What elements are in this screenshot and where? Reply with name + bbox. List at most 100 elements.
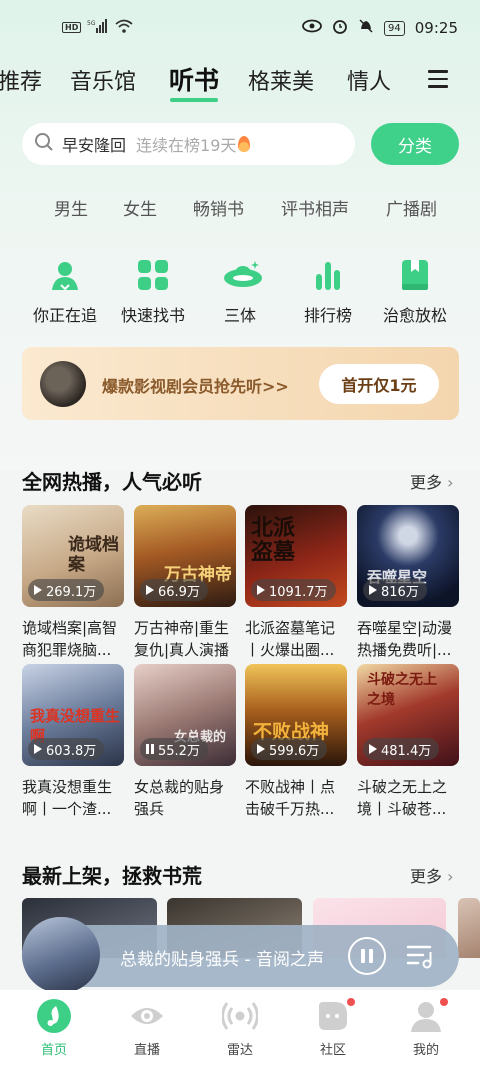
tab-music-hall[interactable]: 音乐馆	[70, 64, 136, 96]
book-cover: 女总裁的 55.2万	[134, 664, 236, 766]
vip-banner[interactable]: 爆款影视剧会员抢先听>> 首开仅1元	[22, 347, 459, 420]
wifi-icon	[115, 19, 133, 36]
play-count-badge: 1091.7万	[251, 579, 336, 601]
quick-entry-following[interactable]: 你正在追	[20, 258, 110, 326]
book-cover: 万古神帝 66.9万	[134, 505, 236, 607]
play-count-badge: 816万	[363, 579, 427, 601]
book-card[interactable]: 诡域档案 269.1万 诡域档案|高智商犯罪烧脑...	[22, 505, 124, 661]
book-card[interactable]: 万古神帝 66.9万 万古神帝|重生复仇|真人演播	[134, 505, 236, 661]
play-icon	[34, 744, 42, 754]
book-title: 斗破之无上之境丨斗破苍...	[357, 778, 448, 818]
new-book-cover[interactable]	[458, 898, 480, 958]
search-keyword: 早安隆回	[62, 136, 127, 155]
play-icon	[369, 585, 377, 595]
search-icon	[34, 132, 54, 156]
playlist-icon[interactable]	[406, 942, 436, 970]
search-bar[interactable]: 早安隆回 连续在榜19天	[22, 123, 355, 165]
home-icon	[36, 998, 72, 1034]
eye-icon	[129, 998, 165, 1034]
book-card[interactable]: 吞噬星空 816万 吞噬星空|动漫热播免费听|...	[357, 505, 459, 661]
nav-radar[interactable]: 雷达	[200, 998, 280, 1058]
nav-live[interactable]: 直播	[107, 998, 187, 1058]
notification-dot	[440, 998, 448, 1006]
book-card[interactable]: 北派盗墓 1091.7万 北派盗墓笔记丨火爆出圈...	[245, 505, 347, 661]
active-tab-indicator	[170, 98, 218, 102]
book-title: 我真没想重生啊丨一个渣...	[22, 778, 113, 818]
subcat-radio-drama[interactable]: 广播剧	[386, 195, 437, 220]
book-cover: 诡域档案 269.1万	[22, 505, 124, 607]
signal-icon: 5G	[87, 19, 109, 36]
nav-home[interactable]: 首页	[14, 998, 94, 1058]
play-icon	[146, 744, 154, 754]
play-count-badge: 66.9万	[140, 579, 208, 601]
book-icon	[398, 258, 432, 292]
book-cover: 我真没想重生啊 603.8万	[22, 664, 124, 766]
book-card[interactable]: 不败战神 599.6万 不败战神丨点击破千万热...	[245, 664, 347, 820]
banner-text: 爆款影视剧会员抢先听>>	[102, 377, 289, 396]
sub-category-row: 男生 女生 畅销书 评书相声 广播剧	[0, 195, 480, 221]
subcat-male[interactable]: 男生	[54, 195, 88, 220]
category-button[interactable]: 分类	[371, 123, 459, 165]
subcat-female[interactable]: 女生	[123, 195, 157, 220]
play-count-badge: 269.1万	[28, 579, 105, 601]
quick-entry-find-book[interactable]: 快速找书	[108, 258, 198, 326]
battery-indicator: 94	[384, 20, 405, 36]
play-icon	[257, 744, 265, 754]
nav-community[interactable]: 社区	[293, 998, 373, 1058]
play-count-badge: 481.4万	[363, 738, 440, 760]
hd-icon: HD	[62, 22, 82, 33]
tab-recommend[interactable]: 推荐	[0, 64, 42, 96]
tab-audiobook[interactable]: 听书	[169, 61, 219, 97]
ufo-icon	[223, 258, 262, 292]
player-title: 总裁的贴身强兵 - 音阅之声	[120, 950, 324, 970]
user-listening-icon	[48, 258, 82, 292]
clock: 09:25	[414, 19, 458, 37]
book-card[interactable]: 女总裁的 55.2万 女总裁的贴身强兵	[134, 664, 236, 820]
tab-lover[interactable]: 情人	[347, 64, 391, 96]
book-title: 不败战神丨点击破千万热...	[245, 778, 336, 818]
book-title: 女总裁的贴身强兵	[134, 778, 225, 818]
svg-text:5G: 5G	[87, 20, 96, 27]
section-title-new: 最新上架，拯救书荒	[22, 864, 202, 888]
section-title-hot: 全网热播，人气必听	[22, 470, 202, 494]
book-cover: 不败战神 599.6万	[245, 664, 347, 766]
player-cover[interactable]	[22, 917, 100, 993]
radar-icon	[221, 998, 259, 1034]
pause-button[interactable]	[348, 937, 386, 975]
community-icon	[315, 998, 355, 1034]
book-title: 吞噬星空|动漫热播免费听|...	[357, 619, 453, 659]
play-count-badge: 55.2万	[140, 738, 208, 760]
play-icon	[257, 585, 265, 595]
nav-profile[interactable]: 我的	[386, 998, 466, 1058]
play-icon	[34, 585, 42, 595]
book-cover: 吞噬星空 816万	[357, 505, 459, 607]
mini-player[interactable]: 总裁的贴身强兵 - 音阅之声	[22, 917, 459, 993]
banner-button[interactable]: 首开仅1元	[319, 364, 439, 404]
chevron-right-icon: ›	[447, 867, 454, 886]
more-link-new[interactable]: 更多 ›	[410, 863, 454, 887]
book-title: 万古神帝|重生复仇|真人演播	[134, 619, 230, 659]
subcat-bestseller[interactable]: 畅销书	[193, 195, 244, 220]
quick-entry-three-body[interactable]: 三体	[195, 258, 285, 326]
quick-entries: 你正在追 快速找书 三体 排行榜 治愈放松	[0, 258, 480, 330]
subcat-storytelling[interactable]: 评书相声	[281, 195, 349, 220]
tab-grammy[interactable]: 格莱美	[248, 64, 314, 96]
flame-icon	[238, 136, 251, 152]
quick-entry-ranking[interactable]: 排行榜	[283, 258, 373, 326]
mute-icon	[358, 18, 374, 38]
profile-icon	[408, 998, 448, 1034]
book-card[interactable]: 我真没想重生啊 603.8万 我真没想重生啊丨一个渣...	[22, 664, 124, 820]
book-card[interactable]: 斗破之无上之境 481.4万 斗破之无上之境丨斗破苍...	[357, 664, 459, 820]
alarm-icon	[332, 18, 348, 38]
eye-icon	[302, 19, 322, 37]
more-link-hot[interactable]: 更多 ›	[410, 469, 454, 493]
search-hint: 连续在榜19天	[136, 136, 237, 155]
play-count-badge: 599.6万	[251, 738, 328, 760]
book-title: 诡域档案|高智商犯罪烧脑...	[22, 619, 118, 659]
play-icon	[369, 744, 377, 754]
menu-icon[interactable]	[428, 70, 448, 88]
quick-entry-relax[interactable]: 治愈放松	[370, 258, 460, 326]
grid-icon	[136, 258, 170, 292]
bar-chart-icon	[311, 258, 345, 292]
bottom-nav: 首页 直播 雷达 社区 我的	[0, 990, 480, 1067]
